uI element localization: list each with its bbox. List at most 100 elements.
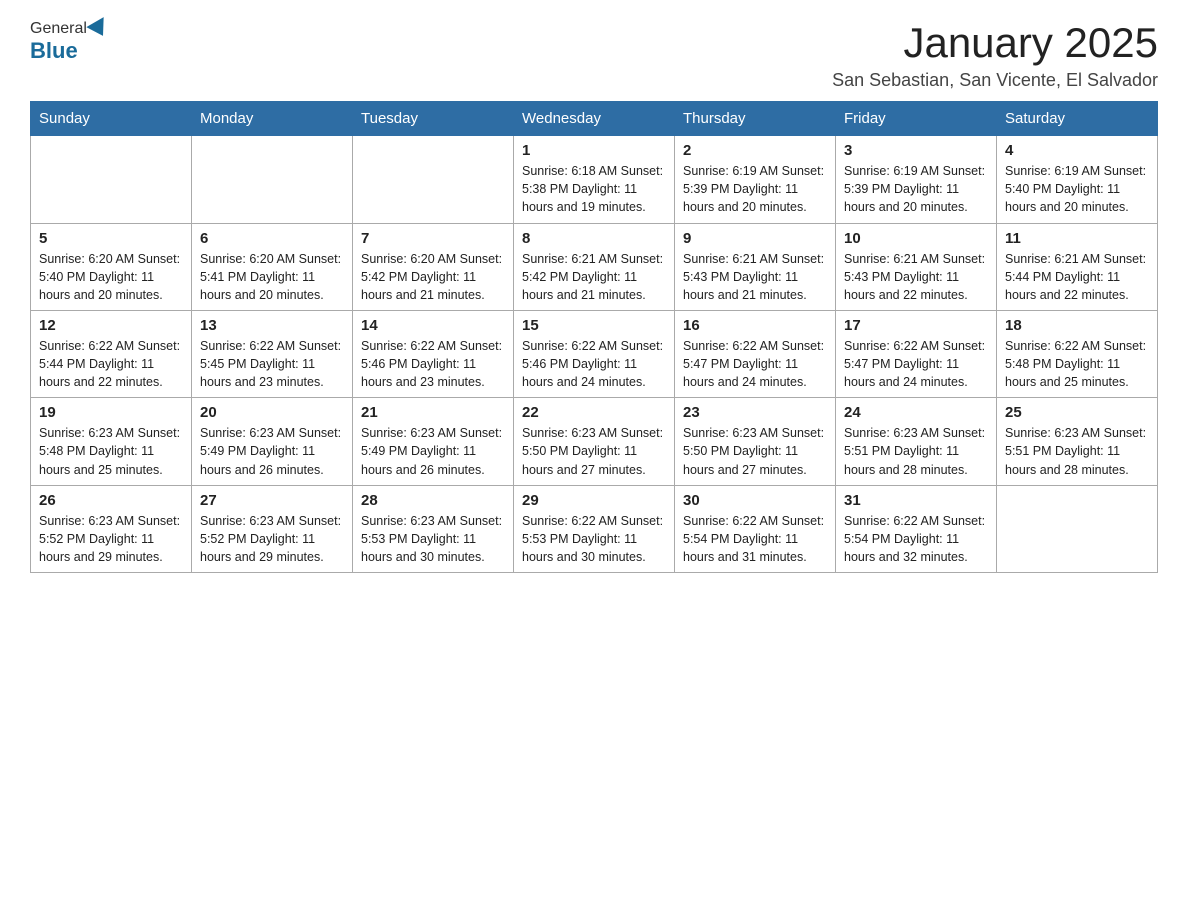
day-number: 29 bbox=[522, 492, 666, 509]
day-info: Sunrise: 6:22 AM Sunset: 5:45 PM Dayligh… bbox=[200, 337, 344, 391]
day-number: 28 bbox=[361, 492, 505, 509]
day-info: Sunrise: 6:22 AM Sunset: 5:47 PM Dayligh… bbox=[844, 337, 988, 391]
day-info: Sunrise: 6:22 AM Sunset: 5:54 PM Dayligh… bbox=[683, 512, 827, 566]
day-info: Sunrise: 6:23 AM Sunset: 5:49 PM Dayligh… bbox=[361, 424, 505, 478]
day-number: 25 bbox=[1005, 404, 1149, 421]
day-number: 10 bbox=[844, 230, 988, 247]
day-number: 13 bbox=[200, 317, 344, 334]
calendar-cell: 21 Sunrise: 6:23 AM Sunset: 5:49 PM Dayli… bbox=[353, 398, 514, 485]
calendar-cell: 23 Sunrise: 6:23 AM Sunset: 5:50 PM Dayli… bbox=[675, 398, 836, 485]
column-header-friday: Friday bbox=[836, 102, 997, 136]
calendar-cell: 18 Sunrise: 6:22 AM Sunset: 5:48 PM Dayli… bbox=[997, 310, 1158, 397]
calendar-week-row: 5Sunrise: 6:20 AM Sunset: 5:40 PM Daylig… bbox=[31, 223, 1158, 310]
day-info: Sunrise: 6:23 AM Sunset: 5:52 PM Dayligh… bbox=[200, 512, 344, 566]
calendar-cell: 2 Sunrise: 6:19 AM Sunset: 5:39 PM Daylig… bbox=[675, 136, 836, 223]
calendar-cell: 24 Sunrise: 6:23 AM Sunset: 5:51 PM Dayli… bbox=[836, 398, 997, 485]
day-info: Sunrise: 6:23 AM Sunset: 5:52 PM Dayligh… bbox=[39, 512, 183, 566]
page-header: General Blue January 2025 San Sebastian,… bbox=[30, 20, 1158, 91]
calendar-cell bbox=[192, 136, 353, 223]
day-number: 18 bbox=[1005, 317, 1149, 334]
calendar-cell bbox=[31, 136, 192, 223]
day-info: Sunrise: 6:22 AM Sunset: 5:46 PM Dayligh… bbox=[361, 337, 505, 391]
calendar-cell: 3 Sunrise: 6:19 AM Sunset: 5:39 PM Daylig… bbox=[836, 136, 997, 223]
day-number: 23 bbox=[683, 404, 827, 421]
column-header-monday: Monday bbox=[192, 102, 353, 136]
calendar-cell: 10Sunrise: 6:21 AM Sunset: 5:43 PM Dayli… bbox=[836, 223, 997, 310]
calendar-cell: 26 Sunrise: 6:23 AM Sunset: 5:52 PM Dayli… bbox=[31, 485, 192, 572]
calendar-cell: 16 Sunrise: 6:22 AM Sunset: 5:47 PM Dayli… bbox=[675, 310, 836, 397]
column-header-wednesday: Wednesday bbox=[514, 102, 675, 136]
calendar-cell bbox=[353, 136, 514, 223]
day-info: Sunrise: 6:23 AM Sunset: 5:50 PM Dayligh… bbox=[683, 424, 827, 478]
calendar-cell: 11Sunrise: 6:21 AM Sunset: 5:44 PM Dayli… bbox=[997, 223, 1158, 310]
day-number: 11 bbox=[1005, 230, 1149, 247]
day-number: 21 bbox=[361, 404, 505, 421]
calendar-cell: 14 Sunrise: 6:22 AM Sunset: 5:46 PM Dayli… bbox=[353, 310, 514, 397]
day-info: Sunrise: 6:18 AM Sunset: 5:38 PM Dayligh… bbox=[522, 162, 666, 216]
calendar-cell bbox=[997, 485, 1158, 572]
calendar-cell: 29Sunrise: 6:22 AM Sunset: 5:53 PM Dayli… bbox=[514, 485, 675, 572]
title-area: January 2025 San Sebastian, San Vicente,… bbox=[832, 20, 1158, 91]
calendar-cell: 19Sunrise: 6:23 AM Sunset: 5:48 PM Dayli… bbox=[31, 398, 192, 485]
calendar-cell: 12Sunrise: 6:22 AM Sunset: 5:44 PM Dayli… bbox=[31, 310, 192, 397]
location-title: San Sebastian, San Vicente, El Salvador bbox=[832, 70, 1158, 91]
day-number: 2 bbox=[683, 142, 827, 159]
calendar-cell: 6 Sunrise: 6:20 AM Sunset: 5:41 PM Daylig… bbox=[192, 223, 353, 310]
day-info: Sunrise: 6:23 AM Sunset: 5:53 PM Dayligh… bbox=[361, 512, 505, 566]
day-info: Sunrise: 6:22 AM Sunset: 5:54 PM Dayligh… bbox=[844, 512, 988, 566]
calendar-cell: 27 Sunrise: 6:23 AM Sunset: 5:52 PM Dayli… bbox=[192, 485, 353, 572]
calendar-cell: 1Sunrise: 6:18 AM Sunset: 5:38 PM Daylig… bbox=[514, 136, 675, 223]
day-info: Sunrise: 6:23 AM Sunset: 5:50 PM Dayligh… bbox=[522, 424, 666, 478]
calendar-cell: 15Sunrise: 6:22 AM Sunset: 5:46 PM Dayli… bbox=[514, 310, 675, 397]
calendar-header-row: SundayMondayTuesdayWednesdayThursdayFrid… bbox=[31, 102, 1158, 136]
calendar-table: SundayMondayTuesdayWednesdayThursdayFrid… bbox=[30, 101, 1158, 573]
day-number: 16 bbox=[683, 317, 827, 334]
day-info: Sunrise: 6:20 AM Sunset: 5:40 PM Dayligh… bbox=[39, 250, 183, 304]
day-number: 24 bbox=[844, 404, 988, 421]
calendar-cell: 20 Sunrise: 6:23 AM Sunset: 5:49 PM Dayli… bbox=[192, 398, 353, 485]
day-info: Sunrise: 6:22 AM Sunset: 5:44 PM Dayligh… bbox=[39, 337, 183, 391]
day-number: 9 bbox=[683, 230, 827, 247]
day-number: 22 bbox=[522, 404, 666, 421]
calendar-cell: 17 Sunrise: 6:22 AM Sunset: 5:47 PM Dayli… bbox=[836, 310, 997, 397]
day-number: 26 bbox=[39, 492, 183, 509]
day-number: 17 bbox=[844, 317, 988, 334]
day-info: Sunrise: 6:23 AM Sunset: 5:49 PM Dayligh… bbox=[200, 424, 344, 478]
calendar-cell: 25 Sunrise: 6:23 AM Sunset: 5:51 PM Dayli… bbox=[997, 398, 1158, 485]
calendar-cell: 13 Sunrise: 6:22 AM Sunset: 5:45 PM Dayli… bbox=[192, 310, 353, 397]
calendar-week-row: 1Sunrise: 6:18 AM Sunset: 5:38 PM Daylig… bbox=[31, 136, 1158, 223]
day-info: Sunrise: 6:21 AM Sunset: 5:42 PM Dayligh… bbox=[522, 250, 666, 304]
day-info: Sunrise: 6:23 AM Sunset: 5:51 PM Dayligh… bbox=[844, 424, 988, 478]
day-info: Sunrise: 6:22 AM Sunset: 5:47 PM Dayligh… bbox=[683, 337, 827, 391]
day-info: Sunrise: 6:22 AM Sunset: 5:46 PM Dayligh… bbox=[522, 337, 666, 391]
day-number: 3 bbox=[844, 142, 988, 159]
logo: General Blue bbox=[30, 20, 111, 64]
day-info: Sunrise: 6:19 AM Sunset: 5:39 PM Dayligh… bbox=[683, 162, 827, 216]
day-number: 8 bbox=[522, 230, 666, 247]
calendar-cell: 5Sunrise: 6:20 AM Sunset: 5:40 PM Daylig… bbox=[31, 223, 192, 310]
calendar-cell: 7Sunrise: 6:20 AM Sunset: 5:42 PM Daylig… bbox=[353, 223, 514, 310]
day-number: 6 bbox=[200, 230, 344, 247]
day-info: Sunrise: 6:21 AM Sunset: 5:43 PM Dayligh… bbox=[683, 250, 827, 304]
day-number: 27 bbox=[200, 492, 344, 509]
calendar-cell: 28 Sunrise: 6:23 AM Sunset: 5:53 PM Dayli… bbox=[353, 485, 514, 572]
logo-general-text: General bbox=[30, 20, 87, 38]
calendar-cell: 31Sunrise: 6:22 AM Sunset: 5:54 PM Dayli… bbox=[836, 485, 997, 572]
day-info: Sunrise: 6:22 AM Sunset: 5:48 PM Dayligh… bbox=[1005, 337, 1149, 391]
calendar-week-row: 12Sunrise: 6:22 AM Sunset: 5:44 PM Dayli… bbox=[31, 310, 1158, 397]
day-info: Sunrise: 6:20 AM Sunset: 5:41 PM Dayligh… bbox=[200, 250, 344, 304]
day-number: 4 bbox=[1005, 142, 1149, 159]
logo-blue-text: Blue bbox=[30, 38, 78, 64]
column-header-thursday: Thursday bbox=[675, 102, 836, 136]
column-header-tuesday: Tuesday bbox=[353, 102, 514, 136]
day-info: Sunrise: 6:19 AM Sunset: 5:39 PM Dayligh… bbox=[844, 162, 988, 216]
day-info: Sunrise: 6:23 AM Sunset: 5:51 PM Dayligh… bbox=[1005, 424, 1149, 478]
logo-arrow-icon bbox=[86, 17, 111, 41]
calendar-cell: 4Sunrise: 6:19 AM Sunset: 5:40 PM Daylig… bbox=[997, 136, 1158, 223]
day-number: 30 bbox=[683, 492, 827, 509]
day-number: 20 bbox=[200, 404, 344, 421]
calendar-week-row: 26 Sunrise: 6:23 AM Sunset: 5:52 PM Dayli… bbox=[31, 485, 1158, 572]
month-title: January 2025 bbox=[832, 20, 1158, 66]
day-info: Sunrise: 6:23 AM Sunset: 5:48 PM Dayligh… bbox=[39, 424, 183, 478]
day-number: 14 bbox=[361, 317, 505, 334]
